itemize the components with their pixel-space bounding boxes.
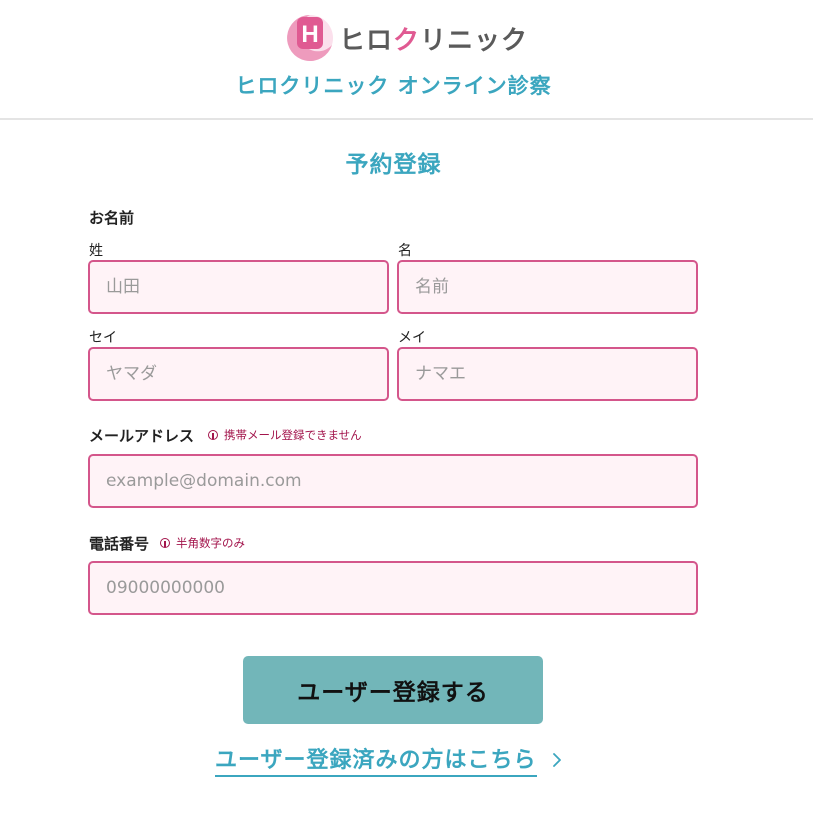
logo-text-part-3: リニック — [420, 25, 529, 56]
phone-note: 半角数字のみ — [160, 535, 245, 551]
first-name-label: 名 — [398, 243, 412, 259]
first-name-kana-input[interactable] — [397, 347, 698, 401]
logo-text-part-2: ク — [393, 25, 421, 56]
chevron-right-icon — [552, 752, 561, 767]
logo-letter: H — [301, 21, 318, 48]
first-name-input[interactable] — [397, 260, 698, 314]
name-group-label: お名前 — [89, 209, 135, 227]
last-name-label: 姓 — [89, 243, 103, 259]
last-name-kana-input[interactable] — [88, 347, 389, 401]
existing-user-login-link-label: ユーザー登録済みの方はこちら — [215, 742, 537, 777]
email-note: 携帯メール登録できません — [208, 427, 362, 443]
logo-text-part-1: ヒロ — [339, 25, 394, 56]
existing-user-login-link[interactable]: ユーザー登録済みの方はこちら — [215, 742, 565, 777]
info-circle-icon — [208, 430, 218, 440]
logo-wordmark: ヒロクリニック — [339, 20, 528, 57]
first-name-kana-label: メイ — [398, 330, 426, 346]
form-title: 予約登録 — [345, 152, 442, 178]
clinic-logo-icon: H — [287, 15, 333, 61]
last-name-input[interactable] — [88, 260, 389, 314]
last-name-kana-label: セイ — [89, 330, 117, 346]
site-title: ヒロクリニック オンライン診察 — [235, 74, 552, 98]
email-input[interactable] — [88, 454, 698, 508]
phone-input[interactable] — [88, 561, 698, 615]
email-label: メールアドレス — [89, 427, 195, 445]
phone-note-text: 半角数字のみ — [176, 536, 245, 550]
register-user-button[interactable]: ユーザー登録する — [243, 656, 543, 724]
email-note-text: 携帯メール登録できません — [224, 428, 362, 442]
info-circle-icon — [160, 538, 170, 548]
header: H ヒロクリニック ヒロクリニック オンライン診察 — [0, 0, 813, 120]
clinic-logo[interactable]: H ヒロクリニック — [285, 12, 528, 64]
phone-label: 電話番号 — [89, 535, 150, 553]
